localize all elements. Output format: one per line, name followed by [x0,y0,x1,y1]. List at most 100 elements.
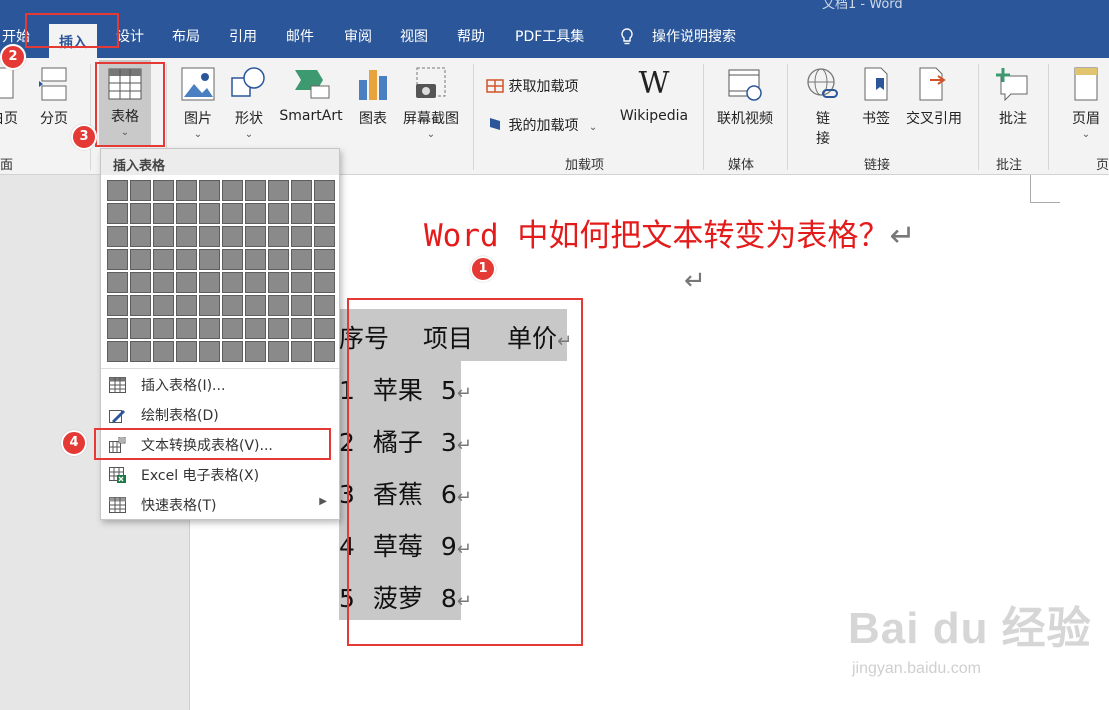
tab-mailings[interactable]: 邮件 [286,26,314,46]
chart-button[interactable]: 图表 [355,66,391,128]
table-grid-cell[interactable] [268,295,289,316]
page-break-button[interactable]: 分页 [36,66,72,128]
table-grid-cell[interactable] [268,318,289,339]
table-grid-cell[interactable] [199,249,220,270]
tab-design[interactable]: 设计 [116,26,144,46]
table-grid-cell[interactable] [107,318,128,339]
table-grid-cell[interactable] [268,180,289,201]
table-grid-cell[interactable] [153,272,174,293]
table-grid-cell[interactable] [130,318,151,339]
header-button[interactable]: 页眉 ⌄ [1066,66,1106,140]
table-grid-cell[interactable] [176,180,197,201]
table-grid-cell[interactable] [268,203,289,224]
table-grid-cell[interactable] [107,180,128,201]
table-grid-cell[interactable] [222,341,243,362]
smartart-button[interactable]: SmartArt [277,66,345,124]
table-grid-cell[interactable] [107,341,128,362]
table-grid-cell[interactable] [176,249,197,270]
cross-reference-button[interactable]: 交叉引用 [902,66,966,128]
table-grid-cell[interactable] [176,203,197,224]
table-grid-cell[interactable] [291,272,312,293]
table-grid-cell[interactable] [107,295,128,316]
table-grid-cell[interactable] [199,341,220,362]
table-grid-cell[interactable] [245,249,266,270]
table-grid-cell[interactable] [107,272,128,293]
table-grid-cell[interactable] [245,341,266,362]
table-grid-cell[interactable] [176,272,197,293]
table-grid-cell[interactable] [107,249,128,270]
table-grid-cell[interactable] [222,226,243,247]
table-grid-cell[interactable] [245,272,266,293]
table-grid-cell[interactable] [222,318,243,339]
table-grid-cell[interactable] [107,203,128,224]
table-grid-cell[interactable] [176,318,197,339]
table-grid-cell[interactable] [245,295,266,316]
link-button[interactable]: 链 接 [804,66,842,148]
table-grid-cell[interactable] [199,318,220,339]
table-grid-cell[interactable] [268,272,289,293]
wikipedia-button[interactable]: W Wikipedia [616,66,692,124]
online-video-button[interactable]: 联机视频 [713,66,777,128]
document-heading[interactable]: Word 中如何把文本转变为表格？↵ [424,210,915,255]
menu-item-excel-spreadsheet[interactable]: Excel 电子表格(X) [101,460,339,490]
table-grid-cell[interactable] [314,341,335,362]
menu-item-quick-tables[interactable]: 快速表格(T) ▶ [101,490,339,520]
tab-review[interactable]: 审阅 [344,26,372,46]
table-grid-cell[interactable] [130,341,151,362]
table-grid-cell[interactable] [199,180,220,201]
table-grid-cell[interactable] [130,249,151,270]
blank-page-button[interactable]: 白页 [0,66,26,128]
tab-help[interactable]: 帮助 [457,26,485,46]
table-grid-cell[interactable] [199,203,220,224]
table-grid-cell[interactable] [291,249,312,270]
table-grid-cell[interactable] [176,226,197,247]
screenshot-button[interactable]: 屏幕截图 ⌄ [399,66,463,140]
table-grid-cell[interactable] [222,295,243,316]
menu-item-draw-table[interactable]: 绘制表格(D) [101,400,339,430]
pictures-button[interactable]: 图片 ⌄ [178,66,218,140]
table-grid-cell[interactable] [314,318,335,339]
table-grid-cell[interactable] [314,295,335,316]
table-grid-cell[interactable] [130,272,151,293]
table-grid-cell[interactable] [176,295,197,316]
table-grid-cell[interactable] [291,295,312,316]
table-grid-cell[interactable] [291,226,312,247]
menu-item-insert-table[interactable]: 插入表格(I)... [101,370,339,400]
table-grid-cell[interactable] [199,295,220,316]
comment-button[interactable]: 批注 [994,66,1032,128]
table-grid-cell[interactable] [245,226,266,247]
tab-view[interactable]: 视图 [400,26,428,46]
table-grid-cell[interactable] [222,203,243,224]
table-size-grid[interactable] [107,180,335,362]
table-grid-cell[interactable] [314,272,335,293]
table-grid-cell[interactable] [130,180,151,201]
table-grid-cell[interactable] [153,249,174,270]
table-grid-cell[interactable] [130,203,151,224]
table-grid-cell[interactable] [130,226,151,247]
table-grid-cell[interactable] [153,226,174,247]
table-grid-cell[interactable] [245,180,266,201]
table-grid-cell[interactable] [222,249,243,270]
tab-layout[interactable]: 布局 [172,26,200,46]
tell-me-search[interactable]: 操作说明搜索 [652,26,736,46]
table-grid-cell[interactable] [153,203,174,224]
table-grid-cell[interactable] [222,272,243,293]
table-grid-cell[interactable] [314,249,335,270]
shapes-button[interactable]: 形状 ⌄ [229,66,269,140]
table-grid-cell[interactable] [291,318,312,339]
table-grid-cell[interactable] [291,203,312,224]
table-grid-cell[interactable] [199,226,220,247]
table-grid-cell[interactable] [153,295,174,316]
tab-pdf-tools[interactable]: PDF工具集 [515,26,584,46]
tab-references[interactable]: 引用 [229,26,257,46]
get-addins-button[interactable]: 获取加载项 [486,76,578,96]
table-grid-cell[interactable] [268,226,289,247]
table-grid-cell[interactable] [222,180,243,201]
table-grid-cell[interactable] [153,180,174,201]
table-grid-cell[interactable] [245,318,266,339]
table-grid-cell[interactable] [107,226,128,247]
table-grid-cell[interactable] [291,341,312,362]
table-grid-cell[interactable] [199,272,220,293]
table-grid-cell[interactable] [176,341,197,362]
table-grid-cell[interactable] [153,341,174,362]
